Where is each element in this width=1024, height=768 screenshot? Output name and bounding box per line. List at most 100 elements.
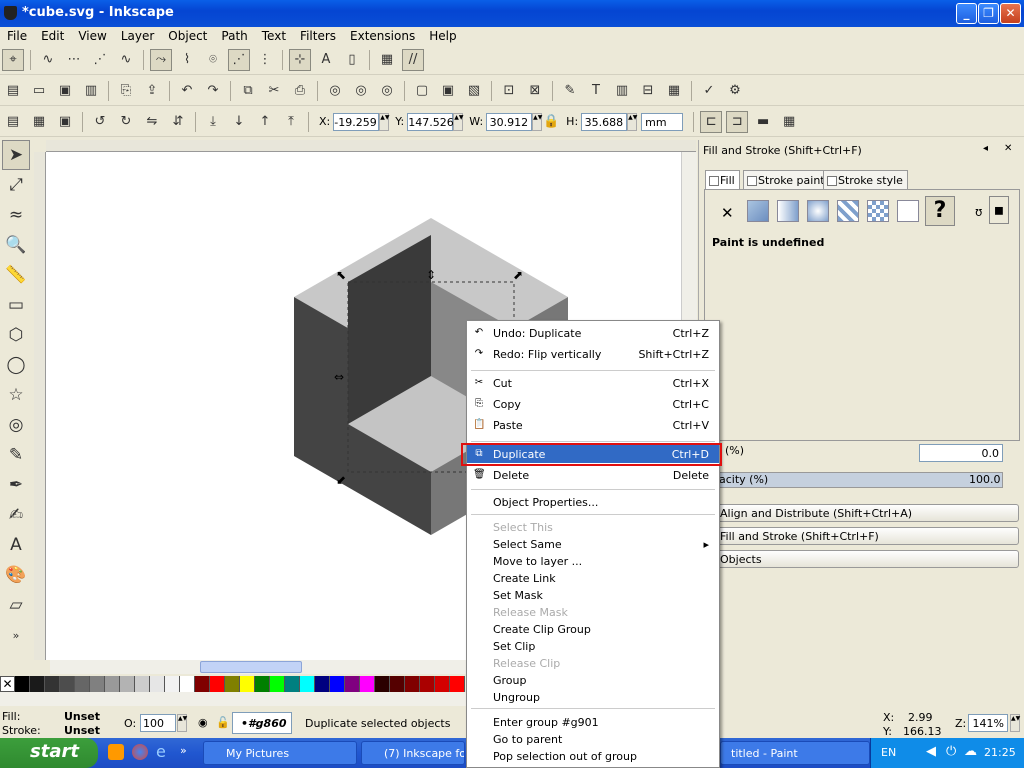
unlink-clone-icon[interactable]: ▧ xyxy=(463,80,485,102)
raise-icon[interactable]: ↑ xyxy=(254,111,276,133)
move-patterns-icon[interactable]: ▦ xyxy=(778,111,800,133)
y-spinner[interactable]: ▲▼ xyxy=(453,112,463,131)
menu-item-go-to-parent[interactable]: Go to parent xyxy=(467,730,719,748)
palette-swatch[interactable] xyxy=(225,676,240,692)
palette-swatch[interactable] xyxy=(300,676,315,692)
tab-stroke-paint[interactable]: Stroke paint xyxy=(743,170,830,189)
blur-field[interactable]: 0.0 xyxy=(919,444,1003,462)
lock-ratio-icon[interactable]: 🔒 xyxy=(543,111,559,133)
x-spinner[interactable]: ▲▼ xyxy=(379,112,389,131)
text-font-icon[interactable]: T xyxy=(585,80,607,102)
menu-item-move-to-layer[interactable]: Move to layer ... xyxy=(467,552,719,570)
menu-item-create-link[interactable]: Create Link xyxy=(467,569,719,587)
layers-icon[interactable]: ▥ xyxy=(611,80,633,102)
palette-swatch[interactable] xyxy=(285,676,300,692)
raise-top-icon[interactable]: ⤒ xyxy=(280,111,302,133)
dock-align-distribute[interactable]: Align and Distribute (Shift+Ctrl+A) xyxy=(717,504,1019,522)
tweak-tool-icon[interactable]: ≈ xyxy=(2,200,30,230)
menu-path[interactable]: Path xyxy=(214,27,254,45)
palette-swatch[interactable] xyxy=(240,676,255,692)
palette-swatch[interactable] xyxy=(390,676,405,692)
menu-item-select-same[interactable]: Select Same ▸ xyxy=(467,535,719,553)
align-distribute-icon[interactable]: ▦ xyxy=(663,80,685,102)
palette-swatch[interactable] xyxy=(450,676,465,692)
palette-swatch[interactable] xyxy=(420,676,435,692)
duplicate-icon[interactable]: ▢ xyxy=(411,80,433,102)
star-tool-icon[interactable]: ☆ xyxy=(2,380,30,410)
selector-tool-icon[interactable]: ➤ xyxy=(2,140,30,170)
redo-icon[interactable]: ↷ xyxy=(202,80,224,102)
snap-bbox-edge-icon[interactable]: ⋯ xyxy=(63,49,85,71)
select-all-icon[interactable]: ▤ xyxy=(2,111,24,133)
ellipse-tool-icon[interactable]: ◯ xyxy=(2,350,30,380)
palette-swatch[interactable] xyxy=(255,676,270,692)
paste-icon[interactable]: ⎙ xyxy=(289,80,311,102)
snap-others-icon[interactable]: ⊹ xyxy=(289,48,311,71)
more-tools-icon[interactable]: » xyxy=(2,620,30,650)
palette-swatch[interactable] xyxy=(405,676,420,692)
flip-horizontal-icon[interactable]: ⇋ xyxy=(141,111,163,133)
calligraphy-tool-icon[interactable]: ✍ xyxy=(2,500,30,530)
snap-smooth-icon[interactable]: ⋮ xyxy=(254,49,276,71)
quicklaunch-ie-icon[interactable]: e xyxy=(156,742,166,761)
palette-swatch[interactable] xyxy=(165,676,180,692)
snap-bbox-icon[interactable]: ∿ xyxy=(37,49,59,71)
undo-icon[interactable]: ↶ xyxy=(176,80,198,102)
tab-stroke-style[interactable]: Stroke style xyxy=(823,170,908,189)
text-tool-icon[interactable]: A xyxy=(2,530,30,560)
w-field[interactable]: 30.912 xyxy=(486,112,533,131)
snap-intersections-icon[interactable]: ⌾ xyxy=(202,49,224,71)
palette-swatch[interactable] xyxy=(15,676,30,692)
rotate-ccw-icon[interactable]: ↺ xyxy=(89,111,111,133)
menu-view[interactable]: View xyxy=(71,27,113,45)
palette-swatch[interactable] xyxy=(180,676,195,692)
menu-item-redo-flip-vertically[interactable]: ↷ Redo: Flip vertically Shift+Ctrl+Z xyxy=(467,345,719,363)
clone-icon[interactable]: ▣ xyxy=(437,80,459,102)
pencil-tool-icon[interactable]: ✎ xyxy=(2,440,30,470)
quicklaunch-more-icon[interactable]: » xyxy=(180,744,187,757)
spray-tool-icon[interactable]: 🎨 xyxy=(2,560,30,590)
scale-stroke-icon[interactable]: ⊏ xyxy=(700,110,723,133)
palette-swatch[interactable] xyxy=(75,676,90,692)
opacity-status-spinner[interactable]: ▲▼ xyxy=(177,714,187,732)
close-button[interactable]: ✕ xyxy=(1000,3,1021,24)
dock-iconify-icon[interactable]: ◂ xyxy=(983,143,988,154)
rotate-cw-icon[interactable]: ↻ xyxy=(115,111,137,133)
palette-swatch[interactable] xyxy=(375,676,390,692)
flat-color-icon[interactable] xyxy=(747,200,769,222)
import-icon[interactable]: ⎘ xyxy=(115,80,137,102)
palette-swatch[interactable] xyxy=(210,676,225,692)
snap-bbox-corner-icon[interactable]: ⋰ xyxy=(89,49,111,71)
palette-swatch[interactable] xyxy=(315,676,330,692)
fill-stroke-icon[interactable]: ✎ xyxy=(559,80,581,102)
snap-bbox-mid-icon[interactable]: ∿ xyxy=(115,49,137,71)
hscroll-thumb[interactable] xyxy=(200,661,302,673)
menu-edit[interactable]: Edit xyxy=(34,27,71,45)
menu-filters[interactable]: Filters xyxy=(293,27,343,45)
fill-value[interactable]: Unset xyxy=(64,710,100,723)
fill-rule-nonzero-icon[interactable]: ◼ xyxy=(989,196,1009,224)
zoom-selection-icon[interactable]: ◎ xyxy=(324,80,346,102)
y-field[interactable]: 147.526 xyxy=(407,112,454,131)
no-paint-icon[interactable]: ✕ xyxy=(721,204,734,222)
mesh-icon[interactable] xyxy=(837,200,859,222)
tray-volume-icon[interactable]: ⏻ xyxy=(946,744,956,759)
h-spinner[interactable]: ▲▼ xyxy=(627,112,637,131)
menu-item-pop-selection-out-of-group[interactable]: Pop selection out of group xyxy=(467,747,719,765)
move-gradients-icon[interactable]: ▬ xyxy=(752,111,774,133)
lower-icon[interactable]: ↓ xyxy=(228,111,250,133)
menu-item-set-mask[interactable]: Set Mask xyxy=(467,586,719,604)
scale-corners-icon[interactable]: ⊐ xyxy=(726,110,749,133)
palette-swatch[interactable] xyxy=(60,676,75,692)
swatch-icon[interactable] xyxy=(897,200,919,222)
menu-item-cut[interactable]: ✂ Cut Ctrl+X xyxy=(467,374,719,392)
cut-icon[interactable]: ✂ xyxy=(263,80,285,102)
opacity-status-field[interactable]: 100 xyxy=(140,714,176,732)
snap-center-icon[interactable]: A xyxy=(315,49,337,71)
h-field[interactable]: 35.688 xyxy=(581,112,628,131)
copy-icon[interactable]: ⧉ xyxy=(237,80,259,102)
quicklaunch-app-icon[interactable] xyxy=(108,744,124,760)
horizontal-ruler[interactable] xyxy=(46,140,696,152)
xml-editor-icon[interactable]: ⊟ xyxy=(637,80,659,102)
stroke-value[interactable]: Unset xyxy=(64,724,100,737)
